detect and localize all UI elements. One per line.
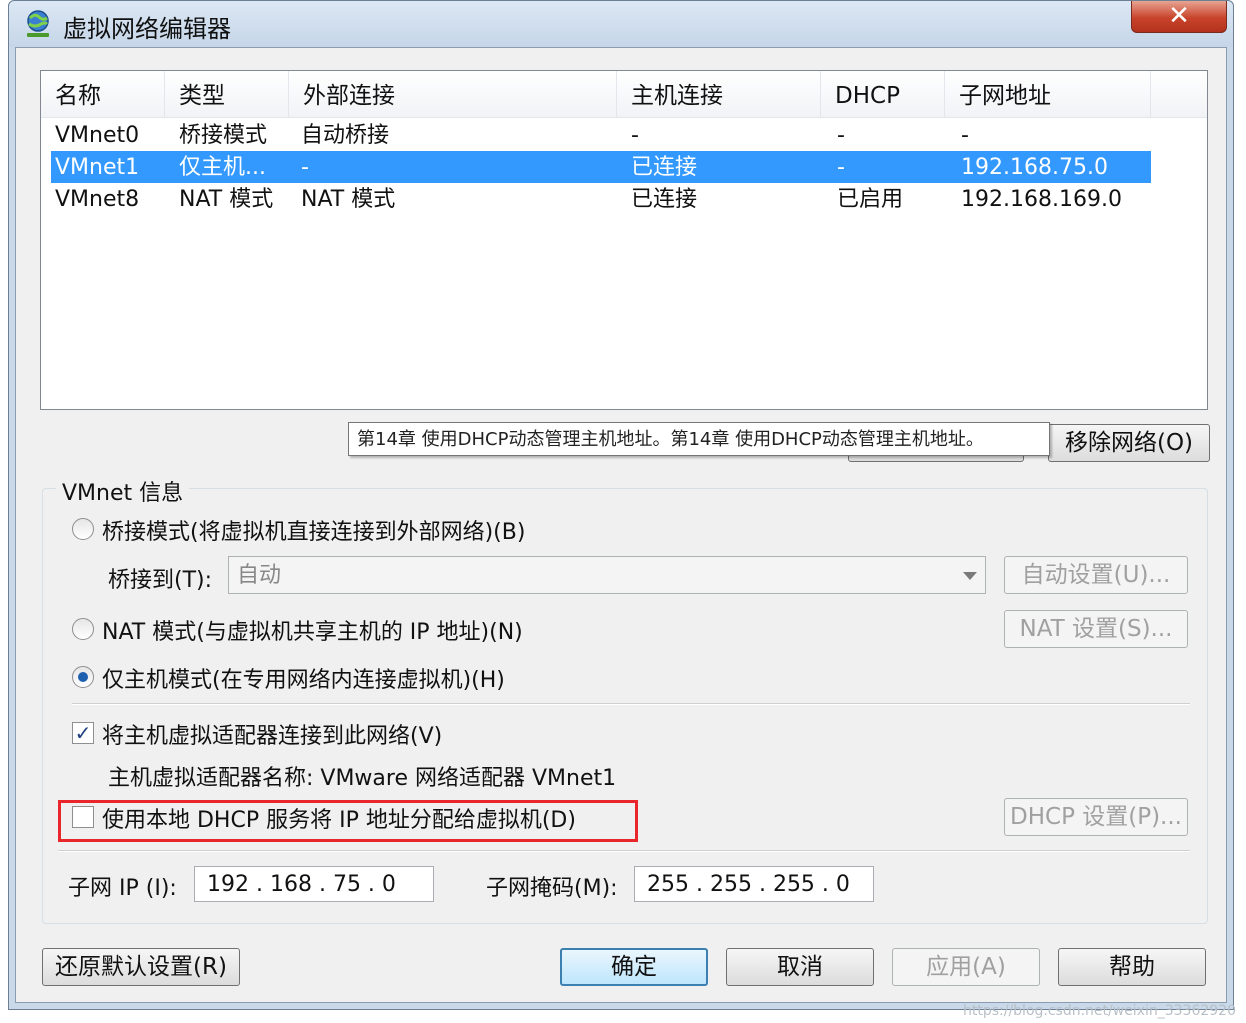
auto-settings-button[interactable]: 自动设置(U)... [1004,556,1188,594]
cell-type: 桥接模式 [179,123,268,148]
column-header-subnet[interactable]: 子网地址 [945,71,1151,117]
host-only-mode-radio[interactable] [72,666,94,688]
subnet-ip-input[interactable]: 192 . 168 . 75 . 0 [194,866,434,902]
divider [58,850,1190,852]
cell-dhcp: - [837,155,845,180]
cell-subnet: - [961,123,969,148]
subnet-mask-input[interactable]: 255 . 255 . 255 . 0 [634,866,874,902]
cell-external: NAT 模式 [301,187,396,212]
virtual-network-editor-window: 虚拟网络编辑器 ✕ 名称 类型 外部连接 主机连接 DHCP 子网地址 VMne… [8,0,1234,1010]
column-header-name[interactable]: 名称 [41,71,165,117]
window-title: 虚拟网络编辑器 [63,15,231,43]
vmnet-info-group [42,488,1208,924]
host-only-mode-label[interactable]: 仅主机模式(在专用网络内连接虚拟机)(H) [102,662,505,694]
dhcp-label[interactable]: 使用本地 DHCP 服务将 IP 地址分配给虚拟机(D) [102,802,576,834]
column-header-host[interactable]: 主机连接 [617,71,821,117]
table-row[interactable]: VMnet8 NAT 模式 NAT 模式 已连接 已启用 192.168.169… [51,183,1151,215]
bridge-mode-label[interactable]: 桥接模式(将虚拟机直接连接到外部网络)(B) [102,514,525,546]
cell-dhcp: - [837,123,845,148]
network-list[interactable]: 名称 类型 外部连接 主机连接 DHCP 子网地址 VMnet0 桥接模式 自动… [40,70,1208,410]
remove-network-button[interactable]: 移除网络(O) [1048,424,1210,462]
restore-defaults-button[interactable]: 还原默认设置(R) [42,948,240,986]
cell-name: VMnet1 [55,155,140,180]
bridge-to-select[interactable]: 自动 [228,556,986,594]
divider [72,703,1190,705]
column-header-type[interactable]: 类型 [165,71,289,117]
ok-button[interactable]: 确定 [560,948,708,986]
column-header-dhcp[interactable]: DHCP [821,71,945,117]
title-bar: 虚拟网络编辑器 ✕ [9,1,1233,47]
table-row-selected[interactable]: VMnet1 仅主机... - 已连接 - 192.168.75.0 [51,151,1151,183]
cell-dhcp: 已启用 [837,187,904,212]
cell-subnet: 192.168.169.0 [961,187,1122,212]
connect-adapter-label[interactable]: 将主机虚拟适配器连接到此网络(V) [102,718,442,750]
nat-mode-radio[interactable] [72,618,94,640]
adapter-name-label: 主机虚拟适配器名称: VMware 网络适配器 VMnet1 [108,766,617,791]
dialog-client-area: 名称 类型 外部连接 主机连接 DHCP 子网地址 VMnet0 桥接模式 自动… [15,47,1227,1003]
nat-settings-button[interactable]: NAT 设置(S)... [1004,610,1188,648]
dhcp-settings-button[interactable]: DHCP 设置(P)... [1004,798,1188,836]
bridge-to-label: 桥接到(T): [108,568,213,593]
cell-name: VMnet8 [55,187,140,212]
cell-host: 已连接 [631,155,698,180]
connect-adapter-checkbox[interactable]: ✓ [72,722,94,744]
cell-subnet: 192.168.75.0 [961,155,1108,180]
cell-host: 已连接 [631,187,698,212]
cell-type: NAT 模式 [179,187,274,212]
nat-mode-label[interactable]: NAT 模式(与虚拟机共享主机的 IP 地址)(N) [102,614,523,646]
watermark-text: https://blog.csdn.net/weixin_33362920 [962,1003,1236,1019]
tooltip: 第14章 使用DHCP动态管理主机地址。第14章 使用DHCP动态管理主机地址。 [348,422,1050,456]
subnet-mask-label: 子网掩码(M): [486,876,618,901]
close-button[interactable]: ✕ [1131,1,1227,33]
vmnet-info-title: VMnet 信息 [56,475,190,507]
subnet-ip-label: 子网 IP (I): [68,876,177,901]
column-header-external[interactable]: 外部连接 [289,71,617,117]
table-row[interactable]: VMnet0 桥接模式 自动桥接 - - - [51,119,1151,151]
bridge-to-value: 自动 [237,563,282,588]
help-button[interactable]: 帮助 [1058,948,1206,986]
cell-host: - [631,123,639,148]
chevron-down-icon [963,572,977,580]
bridge-mode-radio[interactable] [72,518,94,540]
cell-name: VMnet0 [55,123,140,148]
close-icon: ✕ [1168,1,1190,31]
cell-external: 自动桥接 [301,123,390,148]
network-globe-icon [27,10,49,37]
cancel-button[interactable]: 取消 [726,948,874,986]
cell-external: - [301,155,309,180]
list-header: 名称 类型 外部连接 主机连接 DHCP 子网地址 [41,71,1207,118]
dhcp-checkbox[interactable] [72,806,94,828]
cell-type: 仅主机... [179,155,266,180]
apply-button[interactable]: 应用(A) [892,948,1040,986]
